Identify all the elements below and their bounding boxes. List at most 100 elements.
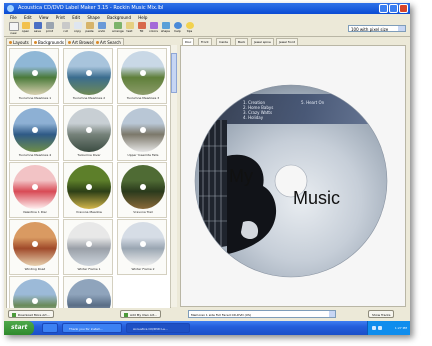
tab-jewel-spine[interactable]: Jewel spine [251,38,274,45]
menu-shape[interactable]: Shape [87,15,100,20]
fill-button[interactable]: fill [136,22,147,33]
menu-edit[interactable]: Edit [24,15,32,20]
save-button[interactable]: save [32,22,43,33]
taskbar-item-browser[interactable]: Thank you for install... [62,323,122,333]
background-thumbnail[interactable]: Tuolumne Meadows 4 [9,105,59,161]
disc-hole [32,298,38,304]
background-thumbnail[interactable] [63,276,113,308]
thumbnail-caption: Winding Road [24,267,46,271]
new-button[interactable]: new [8,22,19,35]
thumbnail-disc-image [67,279,111,308]
tips-button[interactable]: tips [184,22,195,33]
zoom-select[interactable]: 100 with pixel size [348,25,406,32]
scrollbar-thumb[interactable] [171,53,177,93]
download-more-art-button[interactable]: Download More Art... [8,310,54,318]
track-5[interactable]: 5. Heart On [301,100,325,105]
tab-inside[interactable]: Inside [216,38,231,45]
label-word-my[interactable]: My [229,166,253,186]
tab-front[interactable]: Front [198,38,212,45]
menu-background[interactable]: Background [107,15,131,20]
thumbnail-caption: Tuolumne Meadows 4 [18,153,52,157]
start-button[interactable]: start [4,321,34,335]
disc-hole [32,127,38,133]
menu-file[interactable]: File [10,15,17,20]
tab-art-search[interactable]: Art Search [93,38,124,45]
open-button[interactable]: open [20,22,31,33]
tab-jewel-front[interactable]: Jewel front [276,38,298,45]
thumbnail-disc-image [67,165,111,209]
volume-icon[interactable] [378,326,382,330]
label-word-music[interactable]: Music [293,188,340,208]
menu-edit-2[interactable]: Edit [72,15,80,20]
menu-print[interactable]: Print [56,15,65,20]
print-button[interactable]: print [44,22,55,33]
thumbnail-caption: Vravona Meadow [76,210,102,214]
disc-hole [32,241,38,247]
background-thumbnail[interactable]: Winter Frame 2 [117,219,167,275]
maximize-button[interactable] [389,4,398,13]
left-tabs: Layouts Backgrounds Art Browse Art Searc… [4,37,174,45]
thumbnail-disc-image [67,108,111,152]
layouts-icon [9,41,12,44]
zoom-value: 100 with pixel size [351,27,389,32]
tab-layouts[interactable]: Layouts [6,38,32,45]
thumbnail-caption: Valentine 1 Disc [22,210,48,214]
network-icon[interactable] [372,326,376,330]
disc-hole [140,184,146,190]
add-icon [124,313,128,317]
background-thumbnail[interactable]: Winter Frame 1 [63,219,113,275]
thumbnail-disc-image [67,222,111,266]
background-thumbnail[interactable]: Tuolumne River [63,105,113,161]
background-thumbnail[interactable] [9,276,59,308]
text-button[interactable]: text [124,22,135,33]
disc-label[interactable]: 1. Creation 2. Home Babys 3. Crazy Watts… [181,46,407,308]
taskbar-item-1[interactable] [42,323,58,333]
background-thumbnail[interactable]: Tuolumne Meadows 2 [63,48,113,104]
disc-hole [140,127,146,133]
label-canvas[interactable]: 1. Creation 2. Home Babys 3. Crazy Watts… [180,45,406,307]
help-button[interactable]: help [172,22,183,33]
thumbnail-disc-image [121,222,165,266]
window-title: Acoustica CD/DVD Label Maker 3.15 - Rock… [18,5,164,11]
gallery-scrollbar[interactable] [170,45,177,307]
background-thumbnail[interactable]: Tuolumne Meadows 1 [9,48,59,104]
shape-button[interactable]: shape [160,22,171,33]
show-tracks-button[interactable]: Show Tracks [368,310,395,318]
thumbnail-disc-image [13,279,57,308]
background-thumbnail[interactable]: Upper Yosemite Falls [117,105,167,161]
background-thumbnail[interactable]: Valentine 1 Disc [9,162,59,218]
thumbnail-disc-image [13,108,57,152]
menu-bar: File Edit View Print Edit Shape Backgrou… [4,14,410,21]
menu-help[interactable]: Help [138,15,147,20]
taskbar: start Thank you for install... Acoustica… [4,321,410,335]
close-button[interactable] [399,4,408,13]
taskbar-item-label-maker[interactable]: Acoustica CD/DVD La... [126,323,190,333]
tab-backgrounds[interactable]: Backgrounds [31,38,67,45]
undo-button[interactable]: undo [96,22,107,33]
background-thumbnail[interactable]: Vravona Trail [117,162,167,218]
toolbar: new open save print cut copy paste undo … [4,21,410,37]
colors-button[interactable]: colors [148,22,159,33]
minimize-button[interactable] [379,4,388,13]
background-thumbnail[interactable]: Vravona Meadow [63,162,113,218]
background-thumbnail[interactable]: Winding Road [9,219,59,275]
thumbnail-caption: Tuolumne Meadows 2 [72,96,106,100]
track-4[interactable]: 4. Holiday [243,115,264,120]
menu-view[interactable]: View [39,15,49,20]
background-thumbnail[interactable]: Tuolumne Meadows 3 [117,48,167,104]
tab-disc[interactable]: Disc [182,38,195,45]
copy-button[interactable]: copy [72,22,83,33]
thumbnail-disc-image [67,51,111,95]
add-my-own-art-button[interactable]: Add My Own Art... [120,310,162,318]
tab-back[interactable]: Back [235,38,249,45]
template-select[interactable]: Memorex 1 side Full Faced CD-DVD (US) [188,310,336,318]
chevron-down-icon[interactable] [398,26,405,31]
thumbnail-caption: Tuolumne Meadows 3 [126,96,160,100]
cut-button[interactable]: cut [60,22,71,33]
download-icon [12,313,16,317]
arrange-button[interactable]: arrange [112,22,124,33]
chevron-down-icon[interactable] [329,311,335,317]
title-bar[interactable]: Acoustica CD/DVD Label Maker 3.15 - Rock… [4,3,410,14]
disc-hole [86,298,92,304]
paste-button[interactable]: paste [84,22,95,33]
